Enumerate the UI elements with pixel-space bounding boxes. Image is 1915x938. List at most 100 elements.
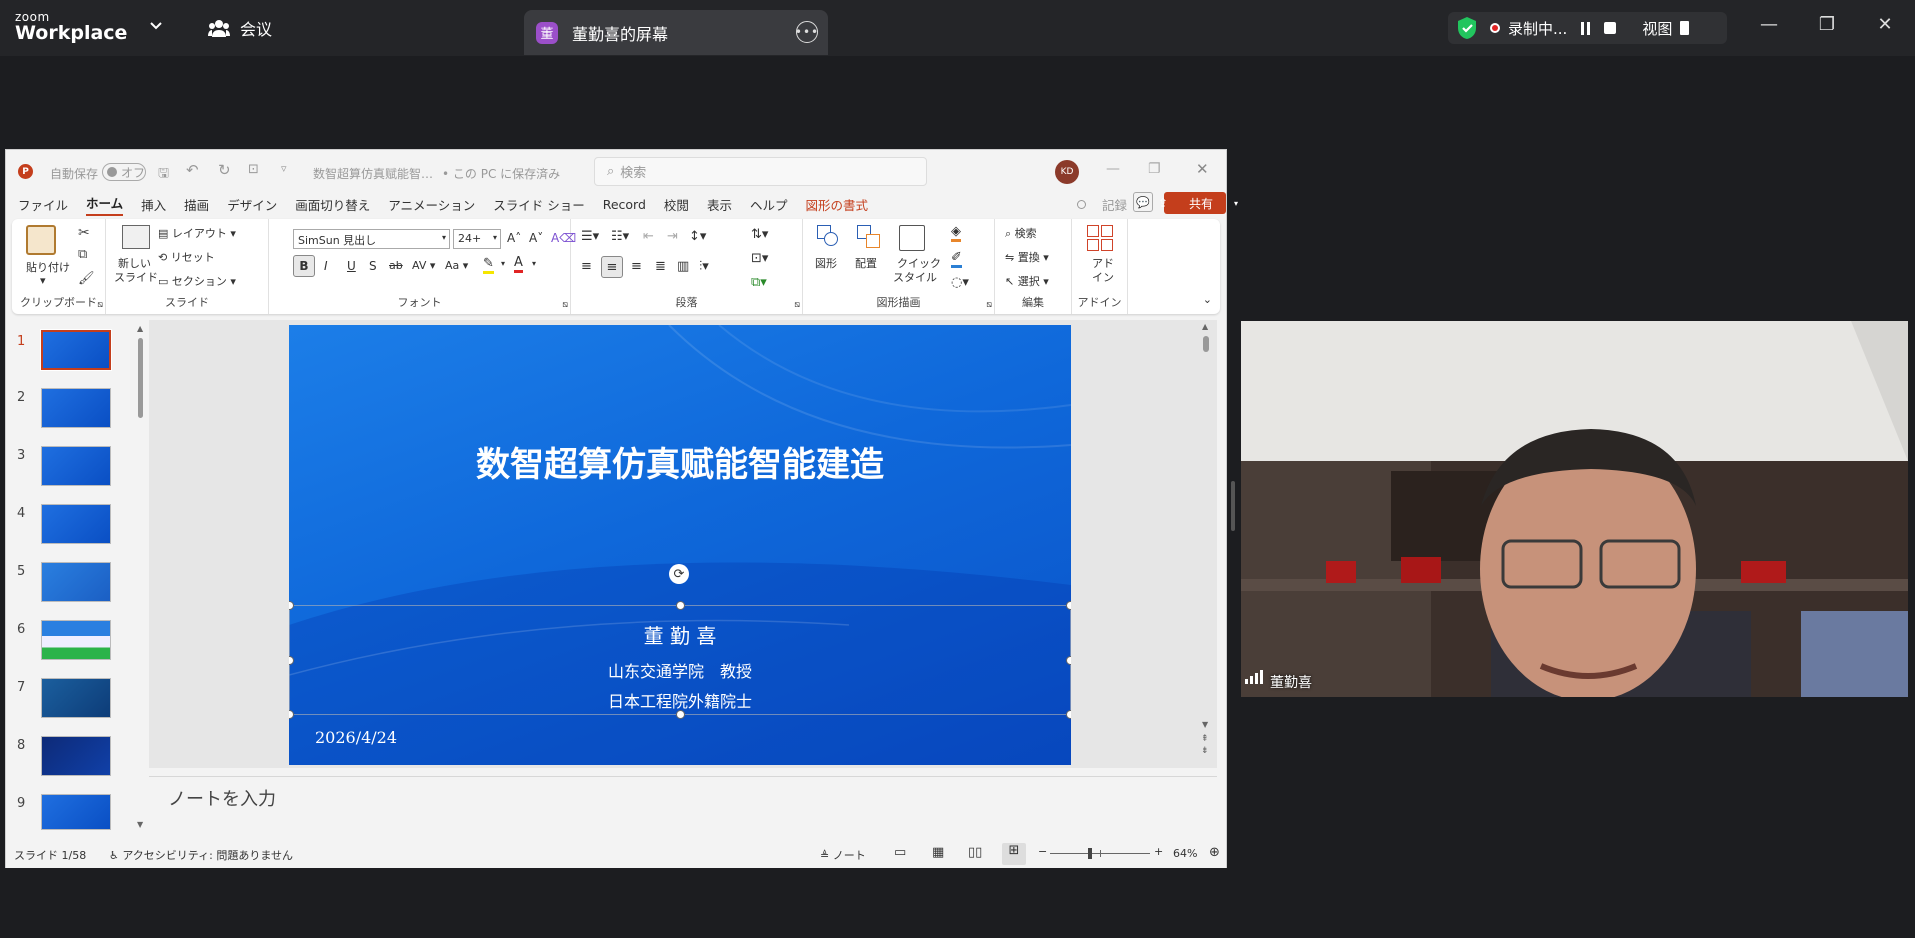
meeting-menu[interactable]: 会议 <box>208 16 272 40</box>
arrange-icon[interactable] <box>857 225 881 249</box>
justify-icon[interactable]: ≣ <box>655 259 666 274</box>
resize-handle[interactable] <box>289 601 294 610</box>
strikethrough-button[interactable]: ab <box>389 259 403 272</box>
select-button[interactable]: ↖ 選択 ▾ <box>1005 273 1049 289</box>
shrink-font-icon[interactable]: A˅ <box>529 231 543 245</box>
layout-button[interactable]: ▤ レイアウト ▾ <box>158 225 236 241</box>
current-slide[interactable]: 数智超算仿真赋能智能建造 董 勤 喜 山东交通学院 教授 日本工程院外籍院士 2… <box>289 325 1071 765</box>
grow-font-icon[interactable]: A˄ <box>507 231 521 245</box>
shadow-button[interactable]: S <box>369 259 377 273</box>
tab-animations[interactable]: アニメーション <box>388 195 475 214</box>
align-text-vertical-icon[interactable]: ⊡▾ <box>751 251 768 266</box>
replace-button[interactable]: ⇋ 置換 ▾ <box>1005 249 1049 265</box>
increase-indent-icon[interactable]: ⇥ <box>667 229 678 244</box>
decrease-indent-icon[interactable]: ⇤ <box>643 229 654 244</box>
slideshow-icon[interactable]: ⊞ <box>1002 843 1026 865</box>
tab-insert[interactable]: 挿入 <box>141 195 166 214</box>
notes-placeholder[interactable]: ノートを入力 <box>168 785 276 811</box>
tab-design[interactable]: デザイン <box>227 195 277 214</box>
ppt-restore-icon[interactable]: ❐ <box>1148 161 1161 177</box>
clipboard-launcher-icon[interactable]: ⧅ <box>97 300 103 310</box>
reset-button[interactable]: ⟲ リセット <box>158 249 215 265</box>
fit-to-window-icon[interactable]: ⊕ <box>1209 845 1220 860</box>
italic-button[interactable]: I <box>324 259 328 273</box>
new-slide-label-2[interactable]: スライド <box>114 269 158 285</box>
quick-style-label-2[interactable]: スタイル <box>893 269 937 285</box>
restore-icon[interactable]: ❐ <box>1798 14 1856 35</box>
slide-thumbnail-1[interactable] <box>40 329 112 371</box>
file-name[interactable]: 数智超算仿真赋能智… <box>313 165 433 182</box>
columns-icon[interactable]: ▥ <box>677 259 689 274</box>
comments-icon[interactable]: 💬 <box>1133 192 1153 212</box>
ppt-close-icon[interactable]: ✕ <box>1196 160 1209 178</box>
arrange-label[interactable]: 配置 <box>855 255 877 271</box>
undo-icon[interactable]: ↶ <box>186 161 199 179</box>
zoom-out-icon[interactable]: − <box>1038 845 1047 858</box>
paste-label[interactable]: 貼り付け <box>26 259 70 275</box>
rotate-handle-icon[interactable]: ⟳ <box>669 564 689 584</box>
splitter-handle[interactable] <box>1231 481 1235 531</box>
format-painter-icon[interactable]: 🖌 <box>78 271 95 286</box>
slide-counter[interactable]: スライド 1/58 <box>14 847 86 863</box>
slide-thumbnail-8[interactable] <box>41 736 111 776</box>
present-icon[interactable]: ⊡ <box>248 162 259 177</box>
zoom-in-icon[interactable]: + <box>1154 845 1163 858</box>
numbering-icon[interactable]: ☷▾ <box>611 229 629 244</box>
cut-icon[interactable]: ✂ <box>78 225 90 241</box>
underline-button[interactable]: U <box>347 259 356 273</box>
stop-icon[interactable] <box>1604 22 1617 34</box>
slide-sorter-icon[interactable]: ▦ <box>932 845 944 860</box>
addins-icon[interactable] <box>1087 225 1113 251</box>
slide-thumbnail-9[interactable] <box>41 794 111 830</box>
save-location[interactable]: • この PC に保存済み <box>442 165 560 182</box>
shape-effects-icon[interactable]: ◌▾ <box>951 275 969 290</box>
search-box[interactable]: ⌕ 検索 <box>594 157 927 186</box>
resize-handle[interactable] <box>1066 710 1071 719</box>
align-left-icon[interactable]: ≡ <box>581 259 592 274</box>
notes-pane[interactable]: ノートを入力 <box>149 776 1217 835</box>
redo-icon[interactable]: ↻ <box>218 161 231 179</box>
change-case-button[interactable]: Aa ▾ <box>445 259 468 272</box>
record-button[interactable]: 記録 <box>1077 195 1133 214</box>
tab-file[interactable]: ファイル <box>18 195 68 214</box>
tab-draw[interactable]: 描画 <box>184 195 209 214</box>
thumb-scrollbar[interactable]: ▲ ▼ <box>135 324 145 829</box>
quick-style-icon[interactable] <box>899 225 925 251</box>
slide-thumbnail-5[interactable] <box>41 562 111 602</box>
find-button[interactable]: ⌕ 検索 <box>1005 225 1037 241</box>
customize-qat-icon[interactable]: ▿ <box>281 162 287 175</box>
align-text-icon[interactable]: ⫶▾ <box>699 259 709 274</box>
autosave-toggle[interactable]: オフ <box>102 163 146 181</box>
notes-button[interactable]: ≜ ノート <box>820 847 866 863</box>
tab-slideshow[interactable]: スライド ショー <box>493 195 584 214</box>
smartart-icon[interactable]: ⧉▾ <box>751 275 767 290</box>
share-button[interactable]: ⇪ 共有 ▾ <box>1158 192 1238 214</box>
resize-handle[interactable] <box>676 710 685 719</box>
copy-icon[interactable]: ⧉ <box>78 247 87 262</box>
slide-scrollbar[interactable]: ▲ ▼ ⇞ ⇟ <box>1200 322 1212 762</box>
line-spacing-icon[interactable]: ↕▾ <box>689 229 706 244</box>
participant-video[interactable]: 董勤喜 <box>1241 321 1908 697</box>
text-selection-box[interactable] <box>289 601 1071 719</box>
new-slide-icon[interactable] <box>122 225 150 249</box>
screen-share-tab[interactable]: 董 董勤喜的屏幕 ••• <box>524 10 828 55</box>
user-avatar[interactable]: KD <box>1055 160 1079 184</box>
highlight-icon[interactable]: ✎ <box>483 257 494 274</box>
tab-shape-format[interactable]: 図形の書式 <box>805 195 868 214</box>
pause-icon[interactable] <box>1581 21 1591 35</box>
more-options-icon[interactable]: ••• <box>795 21 818 43</box>
accessibility-status[interactable]: ♿ アクセシビリティ: 問題ありません <box>109 847 293 863</box>
chevron-down-icon[interactable] <box>147 17 165 35</box>
shape-fill-icon[interactable]: ◈ <box>951 225 961 242</box>
tab-home[interactable]: ホーム <box>86 193 124 216</box>
slide-date[interactable]: 2026/4/24 <box>315 728 397 747</box>
reading-view-icon[interactable]: ▯▯ <box>968 845 982 860</box>
tab-view[interactable]: 表示 <box>707 195 732 214</box>
font-name-select[interactable]: SimSun 見出し ▾ <box>293 229 450 249</box>
text-direction-icon[interactable]: ⇅▾ <box>751 227 768 242</box>
paste-icon[interactable] <box>26 225 56 255</box>
align-right-icon[interactable]: ≡ <box>631 259 642 274</box>
slide-thumbnail-6[interactable] <box>41 620 111 660</box>
zoom-level[interactable]: 64% <box>1173 847 1197 860</box>
view-layout-icon[interactable] <box>1680 21 1690 35</box>
